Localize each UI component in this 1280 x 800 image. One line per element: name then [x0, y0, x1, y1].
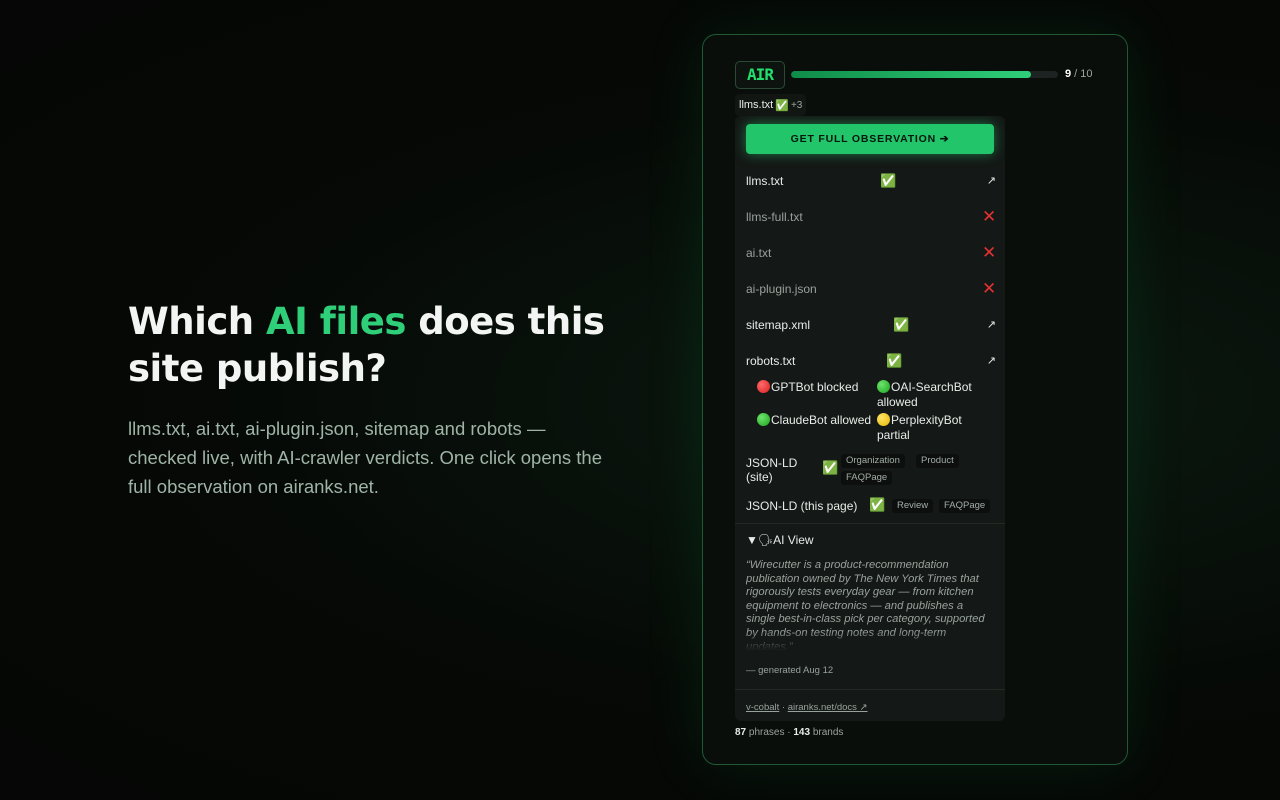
hero-subtitle: llms.txt, ai.txt, ai-plugin.json, sitema…: [128, 418, 602, 497]
jsonld-page-label: JSON-LD (this page): [746, 499, 858, 513]
bot-verdict-claudebot: ClaudeBot allowed: [757, 413, 875, 428]
summary-chip[interactable]: llms.txt ✅ +3: [735, 94, 807, 116]
check-icon: ✅: [869, 497, 886, 512]
file-name: llms-full.txt: [746, 210, 803, 224]
file-name: sitemap.xml: [746, 318, 811, 332]
version-link[interactable]: v-cobalt: [746, 702, 779, 713]
file-name: robots.txt: [746, 354, 796, 368]
widget-topbar: AIR 9 / 10: [735, 61, 1097, 89]
hero-title-accent: AI files: [266, 300, 406, 343]
bot-label: ClaudeBot allowed: [771, 413, 872, 427]
docs-link[interactable]: airanks.net/docs ↗: [788, 702, 868, 713]
check-icon: ✅: [880, 173, 897, 188]
score-progress-bar: [791, 71, 1058, 78]
hero-section: Which AI files does this site publish? l…: [128, 298, 608, 501]
external-link-icon[interactable]: ↗: [987, 315, 996, 335]
check-icon: ✅: [775, 99, 789, 112]
file-row-ai-txt: ai.txt ✕: [746, 243, 998, 263]
schema-tag: FAQPage: [939, 499, 991, 513]
file-name: ai-plugin.json: [746, 282, 817, 296]
jsonld-site-label: JSON-LD (site): [746, 456, 798, 484]
air-logo: AIR: [735, 61, 785, 89]
brands-label: brands: [810, 727, 844, 738]
check-icon: ✅: [886, 353, 903, 368]
phrases-count: 87: [735, 727, 747, 738]
stats-line: 87 phrases · 143 brands: [735, 727, 843, 738]
get-full-observation-button[interactable]: GET FULL OBSERVATION ➔: [746, 124, 994, 154]
green-circle-icon: [877, 380, 890, 393]
hero-title-pre: Which: [128, 300, 266, 343]
bot-verdict-gptbot: GPTBot blocked: [757, 380, 875, 395]
ai-view-toggle[interactable]: ▼🗣AI View: [746, 533, 814, 547]
chip-extra-count: +3: [790, 99, 803, 111]
cross-icon: ✕: [982, 243, 997, 262]
file-name: llms.txt: [746, 174, 784, 188]
score-readout: 9 / 10: [1065, 68, 1093, 80]
bot-verdict-perplexitybot: PerplexityBot partial: [877, 413, 995, 443]
panel-footer: v-cobalt · airanks.net/docs ↗: [746, 702, 868, 713]
file-row-sitemap-xml[interactable]: sitemap.xml ✅ ↗: [746, 315, 998, 335]
file-row-llms-full-txt: llms-full.txt ✕: [746, 207, 998, 227]
file-row-ai-plugin-json: ai-plugin.json ✕: [746, 279, 998, 299]
bot-label: GPTBot blocked: [771, 380, 859, 394]
score-max: / 10: [1071, 68, 1093, 80]
caret-down-icon: ▼: [746, 533, 758, 547]
bot-verdict-oai-searchbot: OAI-SearchBot allowed: [877, 380, 995, 410]
yellow-circle-icon: [877, 413, 890, 426]
file-row-llms-txt[interactable]: llms.txt ✅ ↗: [746, 171, 998, 191]
schema-tag: Review: [892, 499, 934, 513]
check-icon: ✅: [893, 317, 910, 332]
file-name: ai.txt: [746, 246, 772, 260]
file-row-robots-txt[interactable]: robots.txt ✅ ↗: [746, 351, 998, 371]
external-link-icon[interactable]: ↗: [987, 351, 996, 371]
cross-icon: ✕: [982, 279, 997, 298]
observation-panel: GET FULL OBSERVATION ➔ llms.txt ✅ ↗ llms…: [735, 116, 1005, 721]
red-circle-icon: [757, 380, 770, 393]
speaking-head-icon: 🗣: [757, 533, 774, 547]
generated-date: — generated Aug 12: [746, 665, 834, 676]
brands-count: 143: [793, 727, 811, 738]
schema-tag: Product: [916, 454, 959, 468]
schema-tag: FAQPage: [841, 471, 893, 485]
external-link-icon[interactable]: ↗: [987, 171, 996, 191]
check-icon: ✅: [822, 460, 839, 475]
cross-icon: ✕: [982, 207, 997, 226]
schema-tag: Organization: [841, 454, 905, 468]
bot-label: OAI-SearchBot allowed: [877, 380, 972, 409]
divider: [735, 523, 1005, 524]
chip-label: llms.txt: [739, 99, 774, 111]
widget-frame: AIR 9 / 10 llms.txt ✅ +3 GET FULL OBSERV…: [702, 34, 1128, 765]
hero-title: Which AI files does this site publish?: [128, 298, 608, 392]
ai-view-quote: “Wirecutter is a product-recommendation …: [746, 559, 985, 651]
green-circle-icon: [757, 413, 770, 426]
phrases-label: phrases ·: [746, 727, 794, 738]
score-progress-fill: [791, 71, 1032, 78]
footer-separator: ·: [779, 702, 788, 713]
ai-view-label: AI View: [773, 533, 814, 547]
divider: [735, 689, 1005, 690]
